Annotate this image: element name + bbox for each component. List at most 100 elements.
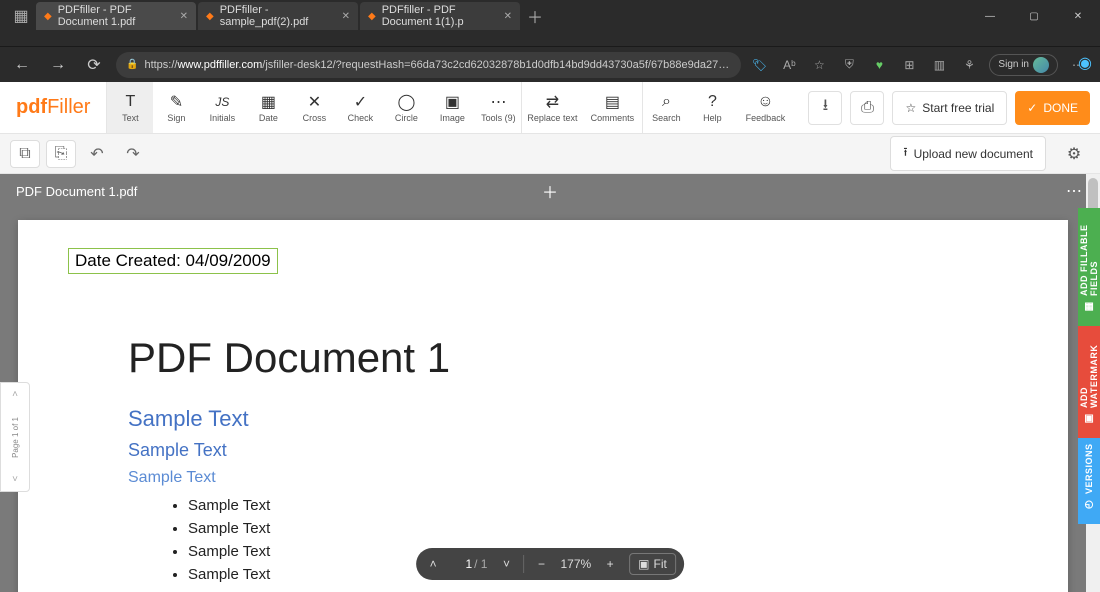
- add-fillable-fields-tab[interactable]: ▦ADD FILLABLE FIELDS: [1078, 208, 1100, 326]
- tool-cross[interactable]: ✕Cross: [291, 82, 337, 133]
- bing-sidebar-icon[interactable]: ◉: [1070, 46, 1100, 80]
- browser-tab-1[interactable]: ◆ PDFfiller - PDF Document 1.pdf ✕: [36, 2, 196, 30]
- start-free-trial-button[interactable]: ☆Start free trial: [892, 91, 1007, 125]
- extension-icon[interactable]: ♥: [869, 55, 889, 75]
- calendar-icon: ▦: [261, 93, 276, 111]
- lock-icon: 🔒: [126, 59, 138, 70]
- tag-icon[interactable]: 🏷: [749, 55, 769, 75]
- secondary-toolbar: ⧉ ⎘ ↶ ↷ ⭱Upload new document ⚙: [0, 134, 1100, 174]
- comments-icon: ▤: [605, 93, 620, 111]
- browser-tab-3[interactable]: ◆ PDFfiller - PDF Document 1(1).p ✕: [360, 2, 520, 30]
- close-icon[interactable]: ✕: [504, 11, 512, 22]
- undo-icon: ↶: [90, 144, 103, 164]
- chevron-up-icon[interactable]: ˄: [12, 389, 18, 400]
- new-tab-button[interactable]: ＋: [522, 3, 548, 29]
- pdffiller-logo[interactable]: pdfFiller: [0, 82, 106, 133]
- url-input[interactable]: 🔒 https://www.pdffiller.com/jsfiller-des…: [116, 52, 741, 78]
- search-icon: ⌕: [662, 93, 671, 111]
- settings-button[interactable]: ⚙: [1058, 138, 1090, 170]
- close-icon[interactable]: ✕: [180, 11, 188, 22]
- list-item: Sample Text: [188, 520, 1018, 537]
- refresh-button[interactable]: ⟳: [80, 51, 108, 79]
- tool-image[interactable]: ▣Image: [429, 82, 475, 133]
- undo-button[interactable]: ↶: [82, 140, 112, 168]
- tool-initials[interactable]: JSInitials: [199, 82, 245, 133]
- tool-search[interactable]: ⌕Search: [643, 82, 689, 133]
- download-button[interactable]: ⭳: [808, 91, 842, 125]
- page-number-input[interactable]: [448, 557, 472, 571]
- versions-tab[interactable]: ◷VERSIONS: [1078, 438, 1100, 524]
- tab-overview-button[interactable]: ▦: [8, 3, 34, 29]
- clock-icon: ◷: [1084, 499, 1095, 511]
- read-aloud-icon[interactable]: Aᵇ: [779, 55, 799, 75]
- fit-icon: ▣: [638, 557, 649, 571]
- page-plus-icon: ⎘: [55, 145, 68, 163]
- sign-icon: ✎: [170, 93, 183, 111]
- document-tab-strip: PDF Document 1.pdf ＋ ⋯: [0, 174, 1100, 208]
- page-indicator: Page 1 of 1: [11, 417, 20, 458]
- pdffiller-app: pdfFiller TText ✎Sign JSInitials ▦Date ✕…: [0, 82, 1100, 592]
- sample-text-1: Sample Text: [128, 406, 1018, 432]
- redo-icon: ↷: [126, 144, 139, 164]
- tab-strip: ▦ ◆ PDFfiller - PDF Document 1.pdf ✕ ◆ P…: [0, 0, 1100, 32]
- copy-button[interactable]: ⧉: [10, 140, 40, 168]
- page-add-button[interactable]: ⎘: [46, 140, 76, 168]
- tool-text[interactable]: TText: [107, 82, 153, 133]
- zoom-in-button[interactable]: +: [597, 551, 623, 577]
- add-document-button[interactable]: ＋: [542, 179, 558, 203]
- tool-date[interactable]: ▦Date: [245, 82, 291, 133]
- tool-circle[interactable]: ◯Circle: [383, 82, 429, 133]
- tool-replace-text[interactable]: ⇄Replace text: [522, 82, 582, 133]
- date-created-field[interactable]: Date Created: 04/09/2009: [68, 248, 278, 274]
- redo-button[interactable]: ↷: [118, 140, 148, 168]
- fit-button[interactable]: ▣Fit: [629, 553, 676, 575]
- page-navigator[interactable]: ˄ Page 1 of 1 ˅: [0, 382, 30, 492]
- forward-button[interactable]: →: [44, 51, 72, 79]
- tool-sign[interactable]: ✎Sign: [153, 82, 199, 133]
- tool-comments[interactable]: ▤Comments: [582, 82, 642, 133]
- help-icon: ?: [708, 93, 717, 111]
- tool-help[interactable]: ?Help: [689, 82, 735, 133]
- replace-icon: ⇄: [546, 93, 559, 111]
- zoom-out-button[interactable]: −: [528, 551, 554, 577]
- next-page-button[interactable]: ˅: [493, 551, 519, 577]
- collections-icon[interactable]: ▥: [929, 55, 949, 75]
- zoom-percent: 177%: [556, 557, 595, 571]
- star-icon: ☆: [905, 101, 916, 115]
- print-button[interactable]: ⎙: [850, 91, 884, 125]
- tool-tools[interactable]: ⋯Tools (9): [475, 82, 521, 133]
- pdffiller-favicon: ◆: [368, 11, 376, 22]
- document-menu-button[interactable]: ⋯: [1066, 181, 1084, 201]
- tool-check[interactable]: ✓Check: [337, 82, 383, 133]
- sample-text-3: Sample Text: [128, 469, 1018, 487]
- prev-page-button[interactable]: ˄: [420, 551, 446, 577]
- tool-feedback[interactable]: ☺Feedback: [735, 82, 795, 133]
- rewards-icon[interactable]: ⚘: [959, 55, 979, 75]
- window-controls: — ▢ ✕: [968, 2, 1100, 30]
- extensions: 🏷 Aᵇ ☆ ⛨ ♥ ⊞ ▥ ⚘ Sign in ⋯: [749, 54, 1092, 76]
- close-window-button[interactable]: ✕: [1056, 2, 1100, 30]
- minimize-button[interactable]: —: [968, 2, 1012, 30]
- done-button[interactable]: ✓DONE: [1015, 91, 1090, 125]
- signin-button[interactable]: Sign in: [989, 54, 1058, 76]
- separator: [523, 555, 524, 573]
- more-tools-icon: ⋯: [490, 93, 506, 111]
- back-button[interactable]: ←: [8, 51, 36, 79]
- pdffiller-favicon: ◆: [44, 11, 52, 22]
- page[interactable]: Date Created: 04/09/2009 PDF Document 1 …: [18, 220, 1068, 592]
- maximize-button[interactable]: ▢: [1012, 2, 1056, 30]
- browser-tab-2[interactable]: ◆ PDFfiller - sample_pdf(2).pdf ✕: [198, 2, 358, 30]
- chevron-down-icon[interactable]: ˅: [12, 474, 18, 485]
- check-icon: ✓: [354, 93, 367, 111]
- document-tab[interactable]: PDF Document 1.pdf: [16, 184, 137, 199]
- upload-new-document-button[interactable]: ⭱Upload new document: [890, 136, 1046, 171]
- close-icon[interactable]: ✕: [342, 11, 350, 22]
- tab-label: PDFfiller - PDF Document 1.pdf: [58, 4, 170, 28]
- add-watermark-tab[interactable]: ▣ADD WATERMARK: [1078, 326, 1100, 438]
- address-bar: ← → ⟳ 🔒 https://www.pdffiller.com/jsfill…: [0, 46, 1100, 82]
- extensions-menu-icon[interactable]: ⊞: [899, 55, 919, 75]
- shield-icon[interactable]: ⛨: [839, 55, 859, 75]
- favorite-icon[interactable]: ☆: [809, 55, 829, 75]
- zoom-bar: ˄ / 1 ˅ − 177% + ▣Fit: [416, 548, 684, 580]
- cross-icon: ✕: [308, 93, 321, 111]
